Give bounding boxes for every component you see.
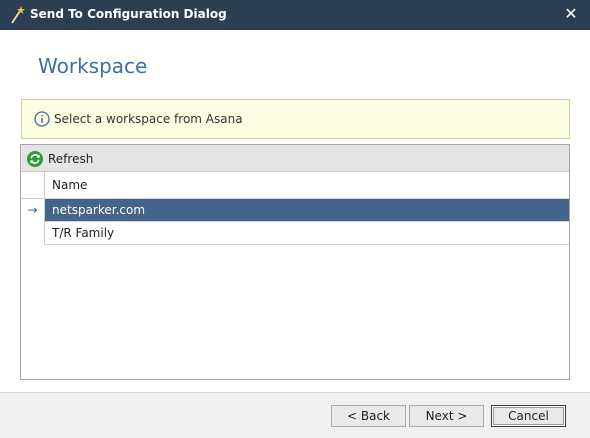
grid-header: Name	[21, 172, 569, 199]
cancel-button[interactable]: Cancel	[491, 405, 566, 427]
row-header-corner	[21, 172, 45, 199]
info-message: Select a workspace from Asana	[54, 112, 243, 126]
dialog-footer: < Back Next > Cancel	[0, 392, 590, 438]
workspace-name-cell[interactable]: netsparker.com	[45, 199, 569, 222]
info-icon	[34, 111, 50, 127]
close-icon[interactable]: ✕	[562, 5, 580, 23]
window-title: Send To Configuration Dialog	[30, 7, 227, 21]
next-button[interactable]: Next >	[409, 405, 484, 427]
table-row[interactable]: → netsparker.com	[21, 199, 569, 222]
workspace-name-cell[interactable]: T/R Family	[45, 222, 569, 245]
workspace-grid: Refresh Name → netsparker.com T/R Family	[20, 144, 570, 380]
refresh-icon	[27, 151, 43, 167]
title-bar: Send To Configuration Dialog ✕	[0, 0, 590, 30]
grid-toolbar: Refresh	[21, 145, 569, 172]
wand-icon	[11, 6, 25, 24]
column-header-name[interactable]: Name	[45, 172, 569, 199]
refresh-label: Refresh	[48, 152, 94, 166]
info-banner: Select a workspace from Asana	[21, 99, 570, 139]
back-button[interactable]: < Back	[331, 405, 406, 427]
refresh-button[interactable]: Refresh	[27, 149, 93, 169]
current-row-arrow-icon: →	[21, 199, 45, 222]
table-row[interactable]: T/R Family	[21, 222, 569, 245]
page-title: Workspace	[38, 54, 148, 78]
row-indicator	[21, 222, 45, 245]
